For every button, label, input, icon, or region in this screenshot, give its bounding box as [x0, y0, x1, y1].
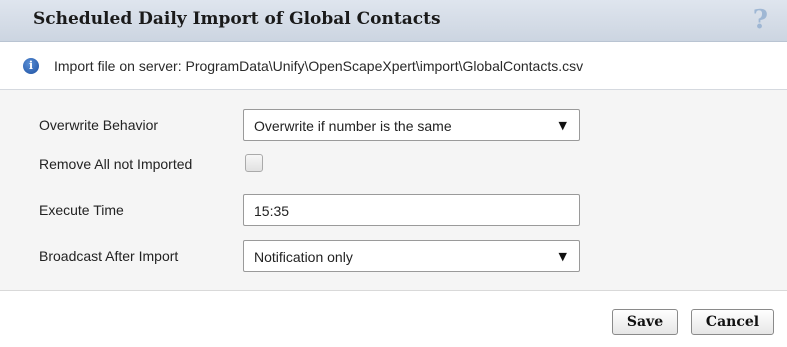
save-button[interactable]: Save — [612, 309, 678, 335]
remove-not-imported-checkbox[interactable] — [245, 154, 263, 172]
broadcast-after-import-label: Broadcast After Import — [39, 248, 179, 264]
overwrite-behavior-label: Overwrite Behavior — [39, 117, 159, 133]
help-icon[interactable]: ? — [753, 3, 768, 37]
execute-time-value: 15:35 — [254, 203, 290, 219]
overwrite-behavior-value: Overwrite if number is the same — [254, 118, 452, 134]
import-file-path: Import file on server: ProgramData\Unify… — [54, 58, 584, 74]
dialog-title: Scheduled Daily Import of Global Contact… — [33, 9, 441, 29]
overwrite-behavior-select[interactable]: Overwrite if number is the same ▼ — [243, 109, 580, 141]
overwrite-behavior-row: Overwrite Behavior Overwrite if number i… — [0, 109, 787, 141]
remove-not-imported-label: Remove All not Imported — [39, 156, 193, 172]
settings-form: Overwrite Behavior Overwrite if number i… — [0, 90, 787, 291]
chevron-down-icon: ▼ — [558, 119, 567, 132]
info-bar: i Import file on server: ProgramData\Uni… — [0, 42, 787, 90]
dialog-header: Scheduled Daily Import of Global Contact… — [0, 0, 787, 42]
broadcast-after-import-row: Broadcast After Import Notification only… — [0, 240, 787, 272]
execute-time-input[interactable]: 15:35 — [243, 194, 580, 226]
broadcast-after-import-value: Notification only — [254, 249, 353, 265]
dialog-footer: Save Cancel — [0, 291, 787, 347]
info-icon: i — [23, 58, 39, 74]
remove-not-imported-row: Remove All not Imported — [0, 148, 787, 180]
chevron-down-icon: ▼ — [558, 250, 567, 263]
execute-time-row: Execute Time 15:35 — [0, 194, 787, 226]
import-dialog: Scheduled Daily Import of Global Contact… — [0, 0, 787, 347]
broadcast-after-import-select[interactable]: Notification only ▼ — [243, 240, 580, 272]
execute-time-label: Execute Time — [39, 202, 124, 218]
cancel-button[interactable]: Cancel — [691, 309, 774, 335]
